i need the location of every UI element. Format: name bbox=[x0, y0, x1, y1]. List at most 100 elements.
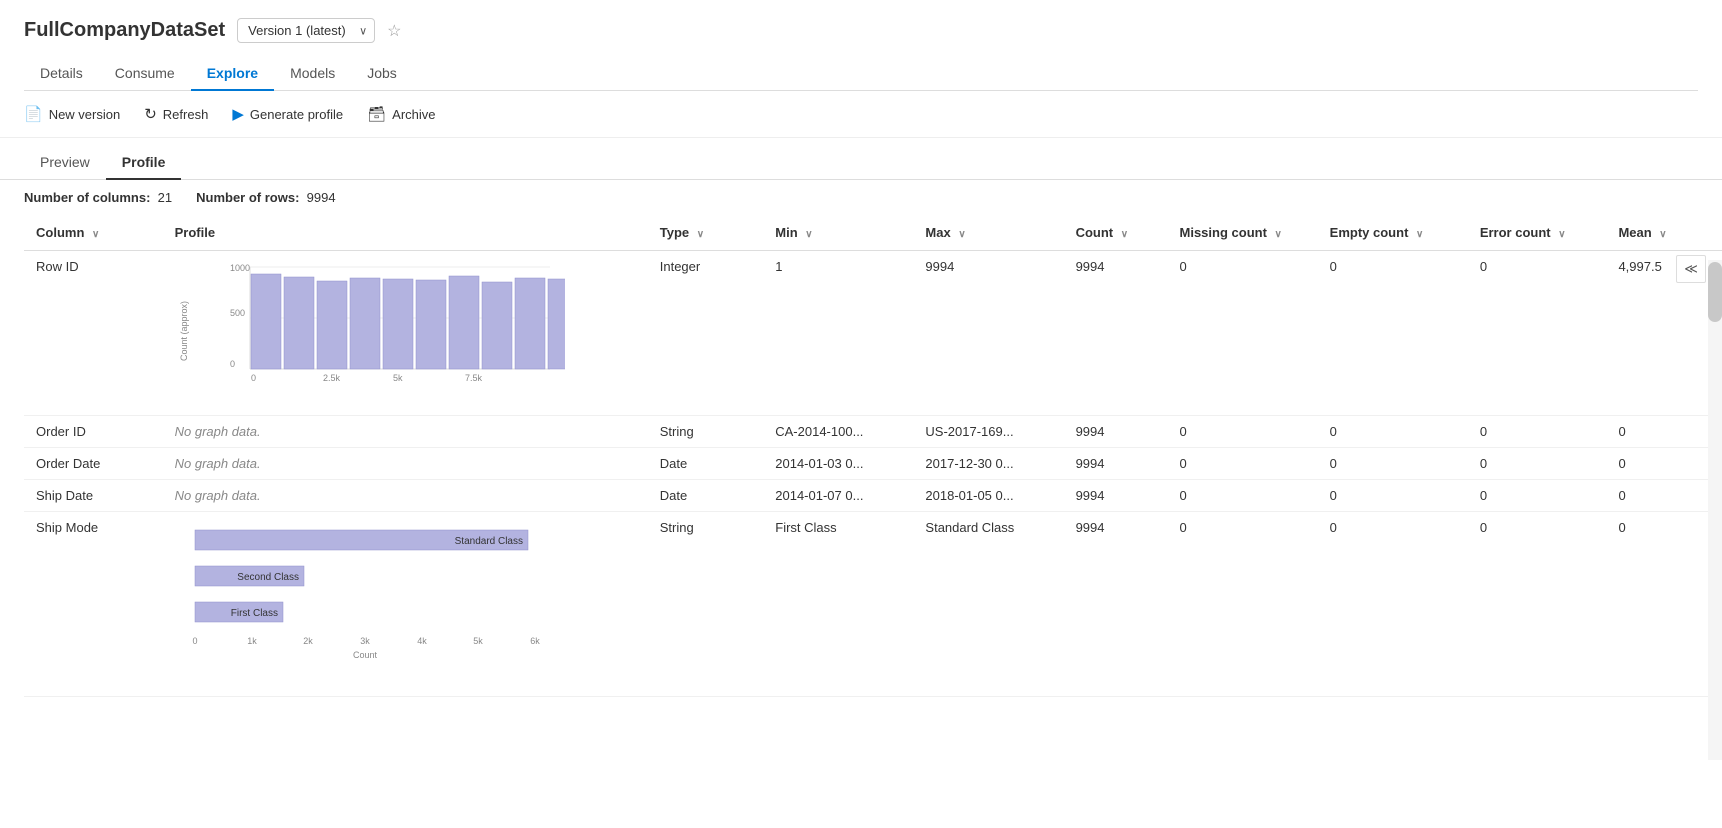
cell-mean: 0 bbox=[1606, 416, 1722, 448]
cell-missing-count: 0 bbox=[1168, 416, 1318, 448]
cell-empty-count: 0 bbox=[1318, 448, 1468, 480]
dataset-title: FullCompanyDataSet bbox=[24, 19, 225, 42]
star-icon[interactable]: ☆ bbox=[387, 21, 401, 41]
title-row: FullCompanyDataSet Version 1 (latest) ☆ bbox=[24, 18, 1698, 43]
svg-text:Second Class: Second Class bbox=[237, 572, 299, 583]
type-sort-icon: ∨ bbox=[697, 229, 704, 240]
cell-column-name: Ship Mode bbox=[24, 512, 163, 697]
cell-type: String bbox=[648, 416, 764, 448]
generate-profile-label: Generate profile bbox=[250, 107, 343, 122]
cell-error-count: 0 bbox=[1468, 416, 1607, 448]
svg-text:5k: 5k bbox=[393, 373, 403, 383]
subtab-preview[interactable]: Preview bbox=[24, 146, 106, 180]
barchart-svg: Standard ClassSecond ClassFirst Class01k… bbox=[175, 520, 565, 685]
tab-models[interactable]: Models bbox=[274, 57, 351, 91]
cell-min: 2014-01-03 0... bbox=[763, 448, 913, 480]
page-header: FullCompanyDataSet Version 1 (latest) ☆ … bbox=[0, 0, 1722, 91]
header-mean[interactable]: Mean ∨ bbox=[1606, 215, 1722, 251]
version-select[interactable]: Version 1 (latest) bbox=[237, 18, 375, 43]
generate-icon: ▶ bbox=[232, 105, 244, 123]
header-min[interactable]: Min ∨ bbox=[763, 215, 913, 251]
refresh-icon: ↻ bbox=[144, 105, 157, 123]
header-max[interactable]: Max ∨ bbox=[913, 215, 1063, 251]
cell-max: 2018-01-05 0... bbox=[913, 480, 1063, 512]
tab-consume[interactable]: Consume bbox=[99, 57, 191, 91]
count-sort-icon: ∨ bbox=[1121, 229, 1128, 240]
data-table-container: Column ∨ Profile Type ∨ Min ∨ Max ∨ Coun… bbox=[0, 215, 1722, 697]
columns-label: Number of columns: bbox=[24, 190, 150, 205]
svg-text:3k: 3k bbox=[360, 636, 370, 646]
tab-jobs[interactable]: Jobs bbox=[351, 57, 413, 91]
collapse-panel-button[interactable]: ≪ bbox=[1676, 255, 1706, 283]
cell-count: 9994 bbox=[1064, 448, 1168, 480]
subtab-profile[interactable]: Profile bbox=[106, 146, 182, 180]
cell-error-count: 0 bbox=[1468, 512, 1607, 697]
cell-column-name: Order ID bbox=[24, 416, 163, 448]
cell-error-count: 0 bbox=[1468, 251, 1607, 416]
cell-count: 9994 bbox=[1064, 480, 1168, 512]
svg-text:1k: 1k bbox=[247, 636, 257, 646]
cell-type: Integer bbox=[648, 251, 764, 416]
cell-max: 2017-12-30 0... bbox=[913, 448, 1063, 480]
cell-profile: No graph data. bbox=[163, 416, 648, 448]
header-empty-count[interactable]: Empty count ∨ bbox=[1318, 215, 1468, 251]
columns-value: 21 bbox=[158, 190, 172, 205]
archive-button[interactable]: 🗃 Archive bbox=[367, 105, 435, 123]
header-missing-count[interactable]: Missing count ∨ bbox=[1168, 215, 1318, 251]
cell-count: 9994 bbox=[1064, 251, 1168, 416]
cell-count: 9994 bbox=[1064, 416, 1168, 448]
mean-sort-icon: ∨ bbox=[1659, 229, 1666, 240]
min-sort-icon: ∨ bbox=[805, 229, 812, 240]
cell-type: Date bbox=[648, 448, 764, 480]
rows-value: 9994 bbox=[307, 190, 336, 205]
cell-min: 2014-01-07 0... bbox=[763, 480, 913, 512]
histogram-svg: Count (approx) 1000 500 0 0 2.5k 5k 7.5k bbox=[175, 259, 565, 404]
refresh-button[interactable]: ↻ Refresh bbox=[144, 105, 208, 123]
cell-profile: Standard ClassSecond ClassFirst Class01k… bbox=[163, 512, 648, 697]
svg-text:1000: 1000 bbox=[230, 263, 250, 273]
new-version-button[interactable]: 📄 New version bbox=[24, 105, 120, 123]
rows-meta: Number of rows: 9994 bbox=[196, 190, 335, 205]
cell-max: US-2017-169... bbox=[913, 416, 1063, 448]
cell-error-count: 0 bbox=[1468, 448, 1607, 480]
scrollbar-thumb[interactable] bbox=[1708, 262, 1722, 322]
cell-mean: 0 bbox=[1606, 512, 1722, 697]
header-error-count[interactable]: Error count ∨ bbox=[1468, 215, 1607, 251]
cell-min: 1 bbox=[763, 251, 913, 416]
svg-text:0: 0 bbox=[230, 359, 235, 369]
meta-info: Number of columns: 21 Number of rows: 99… bbox=[0, 180, 1722, 215]
version-wrapper[interactable]: Version 1 (latest) bbox=[237, 18, 375, 43]
rows-label: Number of rows: bbox=[196, 190, 299, 205]
header-column[interactable]: Column ∨ bbox=[24, 215, 163, 251]
tab-details[interactable]: Details bbox=[24, 57, 99, 91]
no-graph-text: No graph data. bbox=[175, 488, 261, 503]
archive-icon: 🗃 bbox=[367, 105, 386, 123]
svg-text:6k: 6k bbox=[530, 636, 540, 646]
cell-count: 9994 bbox=[1064, 512, 1168, 697]
header-count[interactable]: Count ∨ bbox=[1064, 215, 1168, 251]
cell-profile: No graph data. bbox=[163, 480, 648, 512]
tab-explore[interactable]: Explore bbox=[191, 57, 274, 91]
svg-text:0: 0 bbox=[251, 373, 256, 383]
svg-text:2.5k: 2.5k bbox=[323, 373, 341, 383]
svg-text:Count: Count bbox=[353, 650, 378, 660]
cell-mean: 0 bbox=[1606, 448, 1722, 480]
cell-max: Standard Class bbox=[913, 512, 1063, 697]
cell-min: CA-2014-100... bbox=[763, 416, 913, 448]
header-type[interactable]: Type ∨ bbox=[648, 215, 764, 251]
cell-max: 9994 bbox=[913, 251, 1063, 416]
no-graph-text: No graph data. bbox=[175, 424, 261, 439]
cell-empty-count: 0 bbox=[1318, 416, 1468, 448]
svg-text:0: 0 bbox=[192, 636, 197, 646]
max-sort-icon: ∨ bbox=[958, 229, 965, 240]
cell-profile: Count (approx) 1000 500 0 0 2.5k 5k 7.5k bbox=[163, 251, 648, 416]
cell-missing-count: 0 bbox=[1168, 512, 1318, 697]
generate-profile-button[interactable]: ▶ Generate profile bbox=[232, 105, 343, 123]
nav-tabs: Details Consume Explore Models Jobs bbox=[24, 57, 1698, 91]
svg-text:5k: 5k bbox=[473, 636, 483, 646]
table-header-row: Column ∨ Profile Type ∨ Min ∨ Max ∨ Coun… bbox=[24, 215, 1722, 251]
svg-text:Standard Class: Standard Class bbox=[454, 536, 522, 547]
cell-empty-count: 0 bbox=[1318, 512, 1468, 697]
scrollbar-track[interactable] bbox=[1708, 260, 1722, 760]
error-sort-icon: ∨ bbox=[1558, 229, 1565, 240]
